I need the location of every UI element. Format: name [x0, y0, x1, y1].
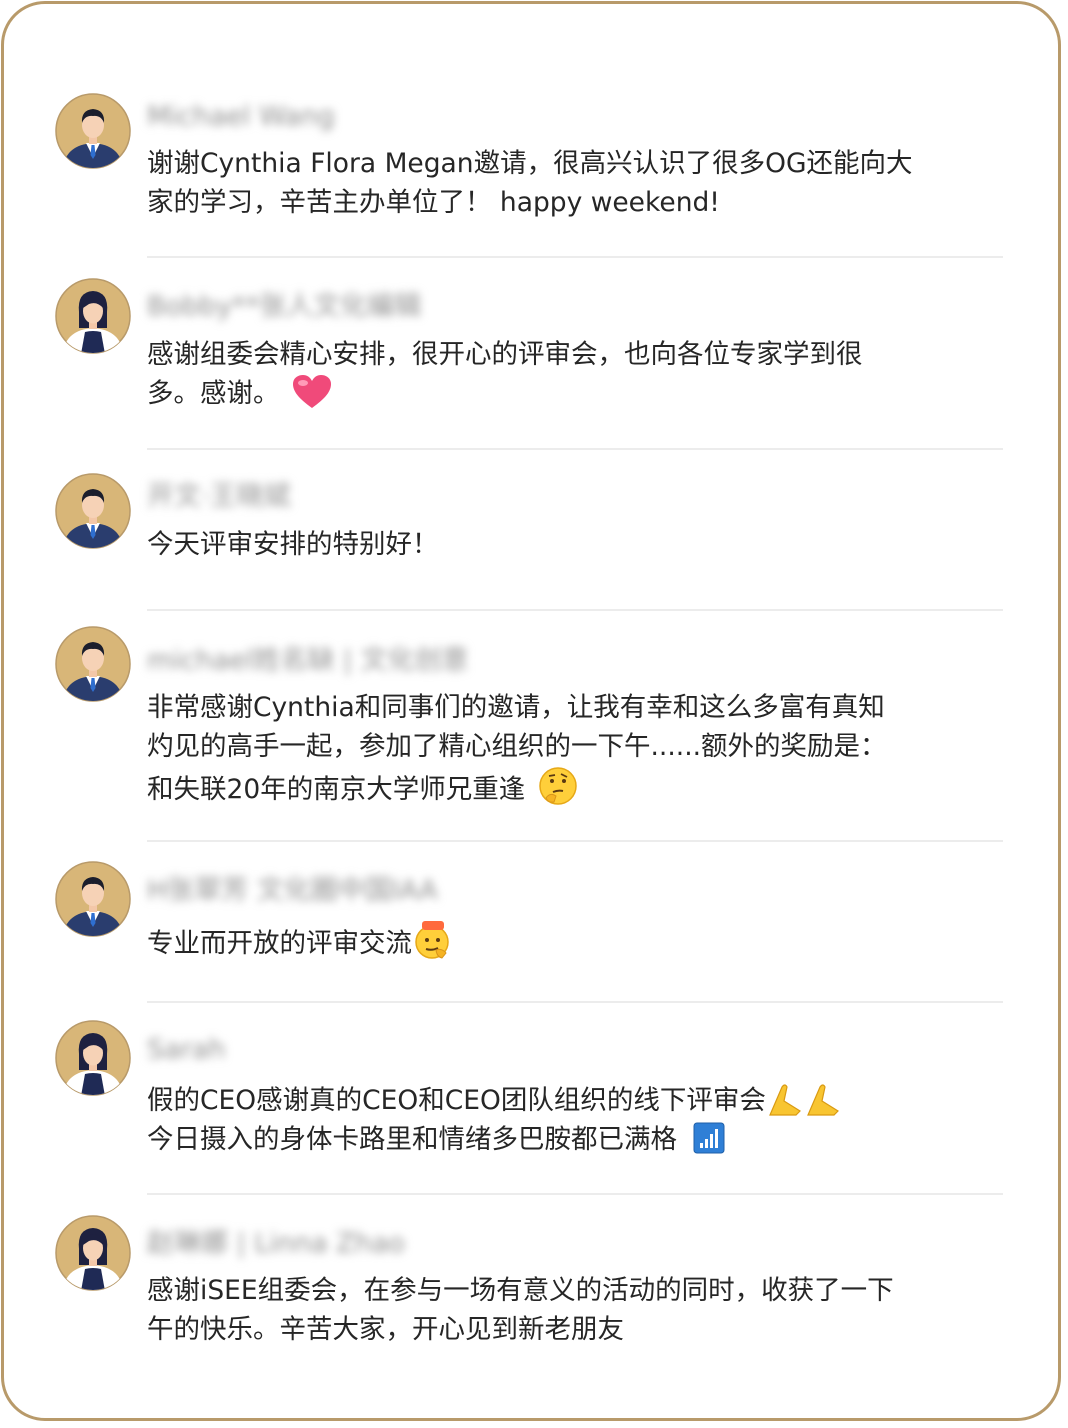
female-avatar-icon[interactable]: [55, 278, 131, 354]
comment-line: 假的CEO感谢真的CEO和CEO团队组织的线下评审会: [147, 1085, 766, 1116]
male-avatar-icon[interactable]: [55, 473, 131, 549]
commenter-name[interactable]: 开文·王晓斌: [147, 482, 291, 512]
comment-line-with-emoji: 假的CEO感谢真的CEO和CEO团队组织的线下评审会: [147, 1081, 967, 1120]
comment-text: 非常感谢Cynthia和同事们的邀请，让我有幸和这么多富有真知 灼见的高手一起，…: [147, 688, 967, 809]
heart-emoji-icon: [292, 374, 332, 410]
comment-line: 感谢iSEE组委会，在参与一场有意义的活动的同时，收获了一下: [147, 1275, 894, 1306]
comment-line-with-emoji: 今日摄入的身体卡路里和情绪多巴胺都已满格: [147, 1120, 967, 1159]
comment-line-with-emoji: 多。感谢。: [147, 374, 967, 413]
male-avatar-icon[interactable]: [55, 861, 131, 937]
comment-line: 和失联20年的南京大学师兄重逢: [147, 774, 526, 805]
comment-text: 感谢iSEE组委会，在参与一场有意义的活动的同时，收获了一下 午的快乐。辛苦大家…: [147, 1271, 967, 1349]
comment-line: 感谢组委会精心安排，很开心的评审会，也向各位专家学到很: [147, 339, 863, 370]
comment-line-with-emoji: 和失联20年的南京大学师兄重逢: [147, 766, 967, 809]
divider: [147, 256, 1003, 258]
divider: [147, 1193, 1003, 1195]
commenter-name[interactable]: 赵琳娜 | Linna Zhao: [147, 1229, 405, 1259]
commenter-name[interactable]: Bobby**张人文化编辑: [147, 292, 421, 322]
commenter-name[interactable]: H张翠芳 文化圈中国IAA: [147, 876, 438, 906]
comment-line: 谢谢Cynthia Flora Megan邀请，很高兴认识了很多OG还能向大: [147, 148, 913, 179]
comment-text: 假的CEO感谢真的CEO和CEO团队组织的线下评审会 今日摄入的身体卡路里和情绪…: [147, 1081, 967, 1159]
comment-line: 午的快乐。辛苦大家，开心见到新老朋友: [147, 1314, 624, 1345]
female-avatar-icon[interactable]: [55, 1215, 131, 1291]
female-avatar-icon[interactable]: [55, 1020, 131, 1096]
comment-line-with-emoji: 专业而开放的评审交流: [147, 920, 967, 963]
comment-line: 今天评审安排的特别好！: [147, 529, 439, 560]
divider: [147, 448, 1003, 450]
comment-text: 谢谢Cynthia Flora Megan邀请，很高兴认识了很多OG还能向大 家…: [147, 144, 967, 222]
comment-text: 专业而开放的评审交流: [147, 920, 967, 963]
divider: [147, 609, 1003, 611]
comment-text: 感谢组委会精心安排，很开心的评审会，也向各位专家学到很 多。感谢。: [147, 335, 967, 413]
divider: [147, 840, 1003, 842]
comment-line: 今日摄入的身体卡路里和情绪多巴胺都已满格: [147, 1124, 677, 1155]
666-face-emoji-icon: [412, 920, 452, 960]
comment-line: 灼见的高手一起，参加了精心组织的一下午......额外的奖励是：: [147, 731, 887, 762]
divider: [147, 1001, 1003, 1003]
thinking-face-emoji-icon: [538, 766, 578, 806]
male-avatar-icon[interactable]: [55, 93, 131, 169]
comment-line: 非常感谢Cynthia和同事们的邀请，让我有幸和这么多富有真知: [147, 692, 885, 723]
praying-hands-emoji-icon: [766, 1081, 842, 1117]
comment-text: 今天评审安排的特别好！: [147, 525, 967, 564]
signal-bars-emoji-icon: [693, 1122, 725, 1154]
comment-line: 家的学习，辛苦主办单位了！ happy weekend!: [147, 187, 720, 218]
comment-line: 多。感谢。: [147, 378, 280, 409]
commenter-name[interactable]: Michael Wang: [147, 102, 335, 132]
comment-line: 专业而开放的评审交流: [147, 928, 412, 959]
commenter-name[interactable]: Sarah: [147, 1035, 225, 1065]
commenter-name[interactable]: michael姓名缺 | 文化创意: [147, 646, 469, 676]
male-avatar-icon[interactable]: [55, 626, 131, 702]
